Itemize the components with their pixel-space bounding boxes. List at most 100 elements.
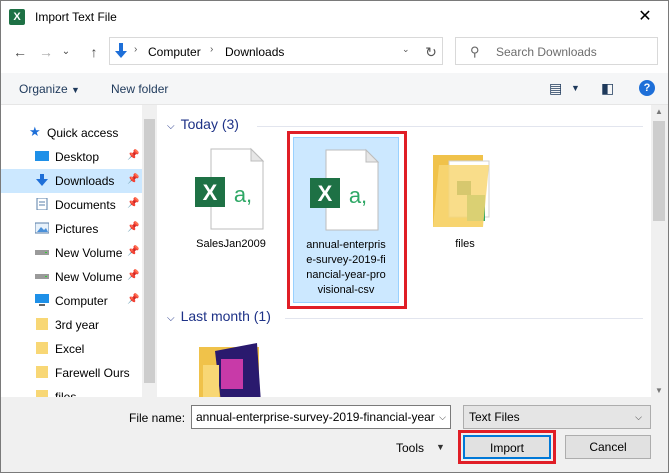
sidebar-item-farewell-ours[interactable]: Farewell Ours xyxy=(1,361,142,385)
sidebar-item-documents[interactable]: Documents 📌 xyxy=(1,193,142,217)
breadcrumb-downloads[interactable]: Downloads xyxy=(225,45,284,59)
import-text-file-dialog: X Import Text File ✕ ← → ⌄ ↑ › Computer … xyxy=(0,0,669,473)
title-bar: X Import Text File ✕ xyxy=(1,1,668,33)
sidebar-item-pictures[interactable]: Pictures 📌 xyxy=(1,217,142,241)
file-type-value: Text Files xyxy=(469,410,520,424)
svg-text:X: X xyxy=(203,180,218,205)
pin-icon: 📌 xyxy=(127,270,140,281)
file-list-scrollbar-thumb[interactable] xyxy=(653,121,665,221)
sidebar-item-downloads[interactable]: Downloads 📌 xyxy=(1,169,142,193)
sidebar-item-label: New Volume xyxy=(55,246,123,260)
group-divider xyxy=(285,318,643,319)
folder-icon xyxy=(36,342,48,354)
csv-file-icon: X a, xyxy=(195,147,265,230)
change-view-icon[interactable]: ▤ xyxy=(549,80,562,97)
sidebar-item-label: Excel xyxy=(55,342,85,356)
highlight-box xyxy=(458,430,556,464)
tools-button[interactable]: Tools ▼ xyxy=(396,441,445,455)
command-toolbar: Organize ▼ New folder ▤ ▼ ◧ ? xyxy=(1,73,668,105)
file-item-files-folder[interactable]: files xyxy=(413,137,519,303)
sidebar-scrollbar-thumb[interactable] xyxy=(144,119,155,383)
scroll-up-icon[interactable]: ▲ xyxy=(655,107,663,116)
pin-icon: 📌 xyxy=(127,246,140,257)
desktop-icon xyxy=(35,151,49,161)
sidebar-item-desktop[interactable]: Desktop 📌 xyxy=(1,145,142,169)
group-header-label: Today (3) xyxy=(180,116,239,132)
back-button[interactable]: ← xyxy=(9,41,31,63)
star-icon: ★ xyxy=(29,124,41,139)
address-bar[interactable]: › Computer › Downloads ⌄ ↻ xyxy=(109,37,443,65)
download-arrow-icon xyxy=(115,43,127,58)
sidebar-item-label: Downloads xyxy=(55,174,115,188)
drive-icon xyxy=(35,274,49,279)
documents-icon xyxy=(36,198,48,210)
file-name-label: File name: xyxy=(129,411,186,425)
computer-icon xyxy=(35,294,49,306)
highlight-box xyxy=(287,131,407,309)
sidebar-item-label: Pictures xyxy=(55,222,99,236)
sidebar-item-quick-access[interactable]: ★ Quick access xyxy=(1,121,142,145)
sidebar-item-computer[interactable]: Computer 📌 xyxy=(1,289,142,313)
file-item-media-folder[interactable] xyxy=(179,333,285,397)
file-name-value: annual-enterprise-survey-2019-financial-… xyxy=(196,410,435,424)
breadcrumb-separator-icon: › xyxy=(210,44,214,55)
file-name: files xyxy=(455,238,475,250)
pin-icon: 📌 xyxy=(127,174,140,185)
sidebar-item-files[interactable]: files xyxy=(1,385,142,397)
chevron-down-icon: ▼ xyxy=(71,85,80,95)
sidebar-item-new-volume[interactable]: New Volume 📌 xyxy=(1,241,142,265)
download-icon xyxy=(36,174,48,186)
file-type-select[interactable]: Text Files ⌵ xyxy=(463,405,651,429)
chevron-down-icon: ⌵ xyxy=(635,412,642,422)
search-box[interactable]: ⚲ Search Downloads xyxy=(455,37,658,65)
sidebar-item-label: New Volume xyxy=(55,270,123,284)
file-name-field[interactable]: annual-enterprise-survey-2019-financial-… xyxy=(191,405,451,429)
sidebar-item-3rd-year[interactable]: 3rd year xyxy=(1,313,142,337)
sidebar-item-label: files xyxy=(55,390,77,397)
pin-icon: 📌 xyxy=(127,294,140,305)
chevron-down-icon: ⌵ xyxy=(167,121,175,132)
media-folder-icon xyxy=(199,343,261,397)
view-options-chevron-icon[interactable]: ▼ xyxy=(571,83,580,93)
help-icon[interactable]: ? xyxy=(639,80,655,96)
sidebar-item-label: Desktop xyxy=(55,150,100,164)
file-list-pane: ⌵ Today (3) X a, SalesJan2009 X a, annua… xyxy=(157,105,651,397)
organize-label: Organize xyxy=(19,82,68,96)
pin-icon: 📌 xyxy=(127,222,140,233)
address-dropdown-icon[interactable]: ⌄ xyxy=(402,44,410,55)
search-icon: ⚲ xyxy=(470,44,480,59)
pin-icon: 📌 xyxy=(127,150,140,161)
pin-icon: 📌 xyxy=(127,198,140,209)
file-list-scrollbar[interactable]: ▲ ▼ xyxy=(651,105,668,397)
group-header-today[interactable]: ⌵ Today (3) xyxy=(167,116,239,132)
new-folder-button[interactable]: New folder xyxy=(111,82,168,96)
tools-label: Tools xyxy=(396,441,425,455)
folder-icon xyxy=(36,390,48,397)
organize-button[interactable]: Organize ▼ xyxy=(19,82,80,96)
chevron-down-icon: ⌵ xyxy=(167,313,175,324)
drive-icon xyxy=(35,250,49,255)
refresh-button[interactable]: ↻ xyxy=(420,41,442,63)
dialog-footer: File name: annual-enterprise-survey-2019… xyxy=(1,397,668,472)
chevron-down-icon[interactable]: ⌵ xyxy=(435,412,446,423)
up-button[interactable]: ↑ xyxy=(83,41,105,63)
breadcrumb-computer[interactable]: Computer xyxy=(148,45,201,59)
sidebar-item-new-volume[interactable]: New Volume 📌 xyxy=(1,265,142,289)
cancel-button[interactable]: Cancel xyxy=(565,435,651,459)
search-input[interactable]: Search Downloads xyxy=(496,45,597,59)
sidebar-item-excel[interactable]: Excel xyxy=(1,337,142,361)
forward-button[interactable]: → xyxy=(35,41,57,63)
group-divider xyxy=(257,126,643,127)
sidebar-scrollbar[interactable] xyxy=(142,105,157,397)
sidebar-item-label: Computer xyxy=(55,294,108,308)
file-item-salesjan2009[interactable]: X a, SalesJan2009 xyxy=(179,137,285,303)
sidebar-item-label: Quick access xyxy=(47,126,119,140)
recent-locations-chevron-icon[interactable]: ⌄ xyxy=(59,41,73,63)
sidebar-item-label: 3rd year xyxy=(55,318,100,332)
navigation-pane: ★ Quick access Desktop 📌 Downloads 📌 Doc… xyxy=(1,105,157,397)
scroll-down-icon[interactable]: ▼ xyxy=(655,386,663,395)
file-name: SalesJan2009 xyxy=(196,238,266,250)
group-header-last-month[interactable]: ⌵ Last month (1) xyxy=(167,308,271,324)
close-button[interactable]: ✕ xyxy=(622,1,668,32)
preview-pane-icon[interactable]: ◧ xyxy=(601,80,614,97)
